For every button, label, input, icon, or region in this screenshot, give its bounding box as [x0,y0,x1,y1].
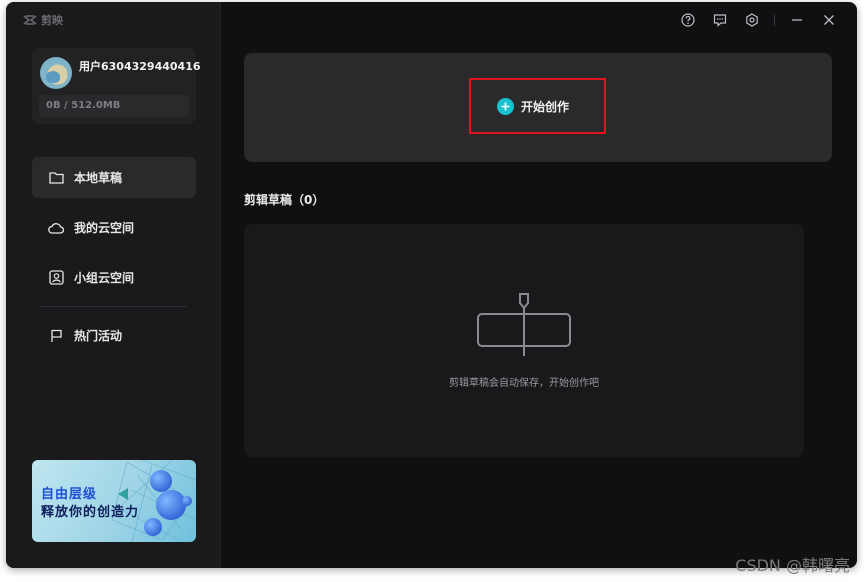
minimize-icon [792,19,802,21]
sidebar-item-group-cloud[interactable]: 小组云空间 [32,257,196,298]
help-button[interactable] [672,10,704,30]
settings-icon [746,13,758,27]
start-creating-button[interactable]: 开始创作 [497,98,569,115]
plus-icon [497,98,514,115]
app-logo: 剪映 [23,12,63,28]
start-creating-label: 开始创作 [521,100,570,114]
settings-button[interactable] [736,10,768,30]
cloud-icon [48,220,64,236]
group-cloud-icon [48,270,64,286]
empty-drafts-icon [477,293,571,356]
sidebar-item-label: 热门活动 [74,329,123,343]
banner-subtitle: 释放你的创造力 [41,505,140,520]
drafts-area: 剪辑草稿会自动保存，开始创作吧 [244,224,804,457]
promo-banner[interactable]: 自由层级 释放你的创造力 [32,460,196,542]
toolbar-divider [774,14,775,26]
storage-usage: 0B / 512.0MB [39,95,189,117]
banner-title: 自由层级 [41,487,98,502]
feedback-icon [713,14,727,27]
flag-icon [48,328,64,344]
sidebar-item-label: 小组云空间 [74,271,135,285]
feedback-button[interactable] [704,10,736,30]
user-card[interactable]: 用户6304329440416 0B / 512.0MB [32,48,201,124]
help-icon [681,13,695,27]
sidebar-item-hot-events[interactable]: 热门活动 [32,315,196,356]
minimize-button[interactable] [781,10,813,30]
sidebar-item-my-cloud[interactable]: 我的云空间 [32,207,196,248]
close-icon [824,15,834,25]
sidebar-divider [40,306,187,307]
sidebar: 剪映 用户6304329440416 0B / 512.0MB 本地草稿 我的云… [6,2,221,568]
app-name: 剪映 [41,14,63,27]
close-button[interactable] [813,10,845,30]
avatar[interactable] [40,57,72,89]
sidebar-item-local-drafts[interactable]: 本地草稿 [32,157,196,198]
drafts-title: 剪辑草稿（0） [244,193,325,207]
logo-icon [23,15,37,25]
window-controls [672,10,845,30]
sidebar-item-label: 我的云空间 [74,221,135,235]
watermark: CSDN @韩曙亮 [735,556,850,575]
app-window: 剪映 用户6304329440416 0B / 512.0MB 本地草稿 我的云… [6,2,857,568]
folder-icon [48,170,64,186]
create-panel[interactable]: 开始创作 [244,53,832,162]
username: 用户6304329440416 [79,60,201,73]
sidebar-item-label: 本地草稿 [74,171,123,185]
empty-drafts-text: 剪辑草稿会自动保存，开始创作吧 [449,378,599,389]
